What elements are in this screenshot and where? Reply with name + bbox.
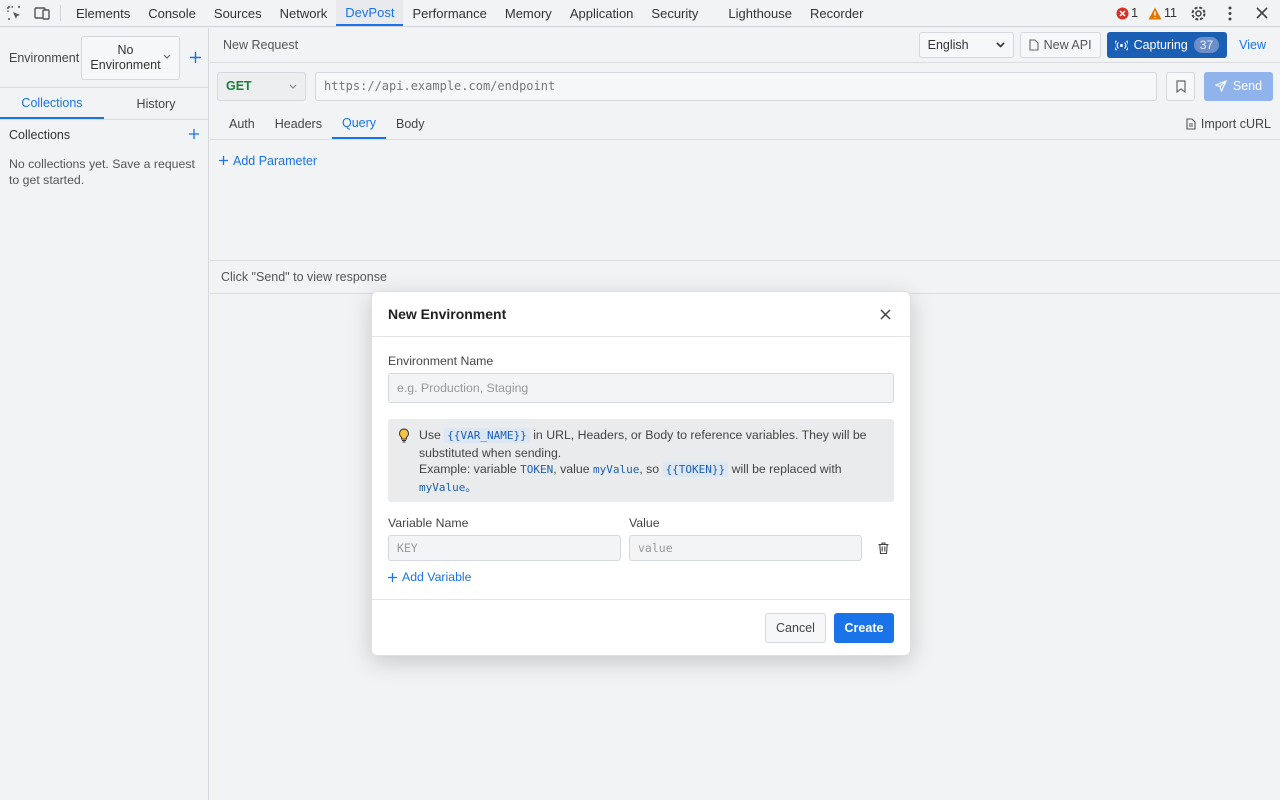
- variable-key-input[interactable]: KEY: [388, 535, 621, 561]
- modal-overlay: New Environment Environment Name e.g. Pr…: [0, 0, 1280, 800]
- plus-icon: [388, 572, 397, 582]
- new-environment-dialog: New Environment Environment Name e.g. Pr…: [371, 291, 911, 656]
- dialog-header: New Environment: [372, 292, 910, 337]
- hint-example-mid: , value: [553, 462, 590, 476]
- variable-name-label: Variable Name: [388, 516, 469, 530]
- hint-example-token: {{TOKEN}}: [662, 462, 729, 477]
- variables-hint: Use {{VAR_NAME}} in URL, Headers, or Bod…: [388, 419, 894, 502]
- hint-example-replaced: will be replaced with: [731, 462, 842, 476]
- hint-text: Use {{VAR_NAME}} in URL, Headers, or Bod…: [419, 427, 884, 502]
- variable-value-label: Value: [629, 516, 660, 530]
- trash-icon[interactable]: [873, 535, 894, 561]
- lightbulb-icon: [399, 428, 409, 443]
- add-variable-button[interactable]: Add Variable: [388, 570, 472, 584]
- hint-example-end: myValue。: [419, 480, 477, 494]
- dialog-body: Environment Name e.g. Production, Stagin…: [372, 337, 910, 585]
- hint-var-syntax: {{VAR_NAME}}: [444, 428, 530, 443]
- variable-value-input[interactable]: value: [629, 535, 862, 561]
- hint-example-so: , so: [639, 462, 660, 476]
- hint-example-prefix: Example: variable: [419, 462, 517, 476]
- hint-use: Use: [419, 428, 441, 442]
- variable-name-column: Variable Name KEY: [388, 516, 621, 561]
- add-variable-label: Add Variable: [402, 570, 472, 584]
- environment-name-label: Environment Name: [388, 354, 494, 368]
- variable-value-column: Value value: [629, 516, 862, 561]
- variables-row: Variable Name KEY Value value: [388, 516, 894, 561]
- dialog-footer: Cancel Create: [372, 599, 910, 655]
- close-icon[interactable]: [876, 305, 894, 323]
- cancel-button[interactable]: Cancel: [765, 612, 826, 643]
- environment-name-input[interactable]: e.g. Production, Staging: [388, 373, 894, 403]
- hint-example-var: TOKEN: [520, 463, 554, 476]
- hint-example-value: myValue: [592, 463, 640, 476]
- dialog-title: New Environment: [388, 306, 507, 322]
- create-button[interactable]: Create: [834, 612, 894, 643]
